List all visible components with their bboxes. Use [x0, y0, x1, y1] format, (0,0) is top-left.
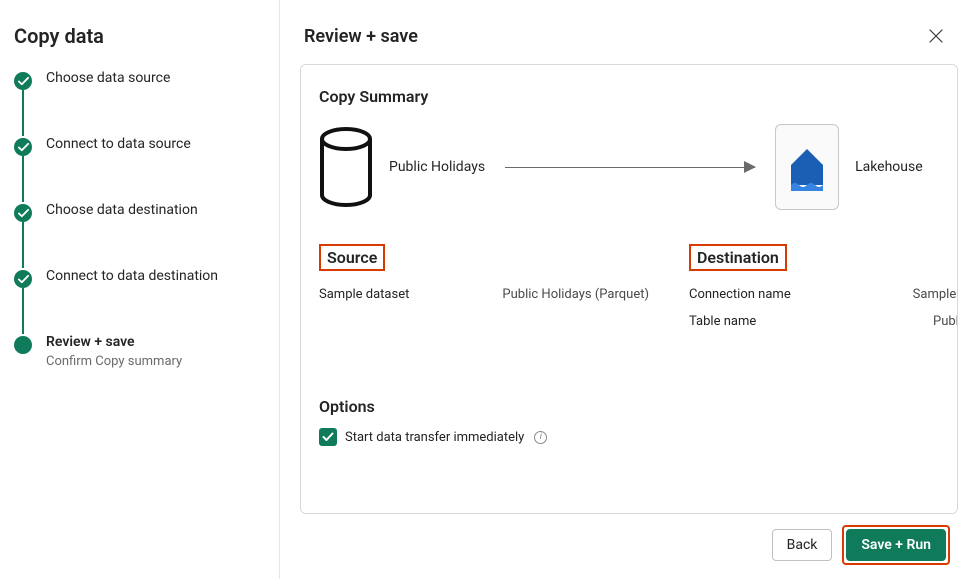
checkmark-icon [14, 204, 32, 222]
kv-value: SampleLakehouse [913, 287, 958, 302]
page-title: Review + save [304, 26, 418, 47]
step-connector [22, 288, 24, 334]
close-button[interactable] [920, 20, 952, 52]
wizard-steps: Choose data source Connect to data sourc… [14, 70, 267, 369]
step-connect-to-data-destination[interactable]: Connect to data destination [14, 268, 267, 334]
save-run-button[interactable]: Save + Run [846, 529, 946, 561]
checkmark-icon [14, 72, 32, 90]
kv-value: PublicHolidays [933, 314, 958, 329]
step-connector [22, 90, 24, 136]
start-transfer-option: Start data transfer immediately i [319, 428, 958, 446]
review-panel: Review + save Copy Summary Public Holida… [296, 0, 960, 579]
arrow-icon [505, 167, 755, 168]
summary-diagram: Public Holidays Lakehouse [319, 124, 958, 210]
step-connector [22, 222, 24, 268]
step-choose-data-destination[interactable]: Choose data destination [14, 202, 267, 268]
info-icon[interactable]: i [534, 431, 547, 444]
primary-button-highlight: Save + Run [842, 525, 950, 565]
dest-connection-name-row: Connection name SampleLakehouse [689, 287, 958, 302]
step-sublabel: Confirm Copy summary [46, 354, 182, 369]
lakehouse-icon [775, 124, 839, 210]
step-label: Connect to data source [46, 136, 191, 152]
step-connector [22, 156, 24, 202]
close-icon [928, 28, 944, 44]
kv-value: Public Holidays (Parquet) [502, 287, 649, 302]
step-connect-to-data-source[interactable]: Connect to data source [14, 136, 267, 202]
step-label: Choose data destination [46, 202, 198, 218]
destination-name: Lakehouse [855, 159, 923, 175]
source-heading: Source [319, 244, 385, 271]
destination-heading: Destination [689, 244, 787, 271]
source-column: Source Sample dataset Public Holidays (P… [319, 244, 649, 341]
sidebar-title: Copy data [14, 24, 267, 48]
step-review-and-save[interactable]: Review + save Confirm Copy summary [14, 334, 267, 369]
summary-card[interactable]: Copy Summary Public Holidays [300, 64, 958, 514]
copy-summary-heading: Copy Summary [319, 87, 958, 106]
kv-key: Sample dataset [319, 287, 409, 302]
step-label: Review + save [46, 334, 182, 350]
checkmark-icon [14, 138, 32, 156]
step-label: Connect to data destination [46, 268, 218, 284]
source-name: Public Holidays [389, 159, 485, 175]
source-sample-dataset-row: Sample dataset Public Holidays (Parquet) [319, 287, 649, 302]
checkmark-icon [322, 431, 334, 443]
back-button[interactable]: Back [772, 529, 833, 561]
current-step-icon [14, 336, 32, 354]
kv-key: Connection name [689, 287, 791, 302]
panel-header: Review + save [296, 0, 960, 60]
destination-column: Destination Connection name SampleLakeho… [689, 244, 958, 341]
options-heading: Options [319, 397, 958, 416]
start-transfer-label: Start data transfer immediately [345, 430, 524, 445]
wizard-sidebar: Copy data Choose data source Connect to … [0, 0, 280, 579]
dest-table-name-row: Table name PublicHolidays [689, 314, 958, 329]
kv-key: Table name [689, 314, 756, 329]
details-columns: Source Sample dataset Public Holidays (P… [319, 244, 958, 341]
checkmark-icon [14, 270, 32, 288]
step-label: Choose data source [46, 70, 170, 86]
database-icon [319, 127, 373, 207]
start-transfer-checkbox[interactable] [319, 428, 337, 446]
step-choose-data-source[interactable]: Choose data source [14, 70, 267, 136]
dialog-footer: Back Save + Run [772, 525, 950, 565]
